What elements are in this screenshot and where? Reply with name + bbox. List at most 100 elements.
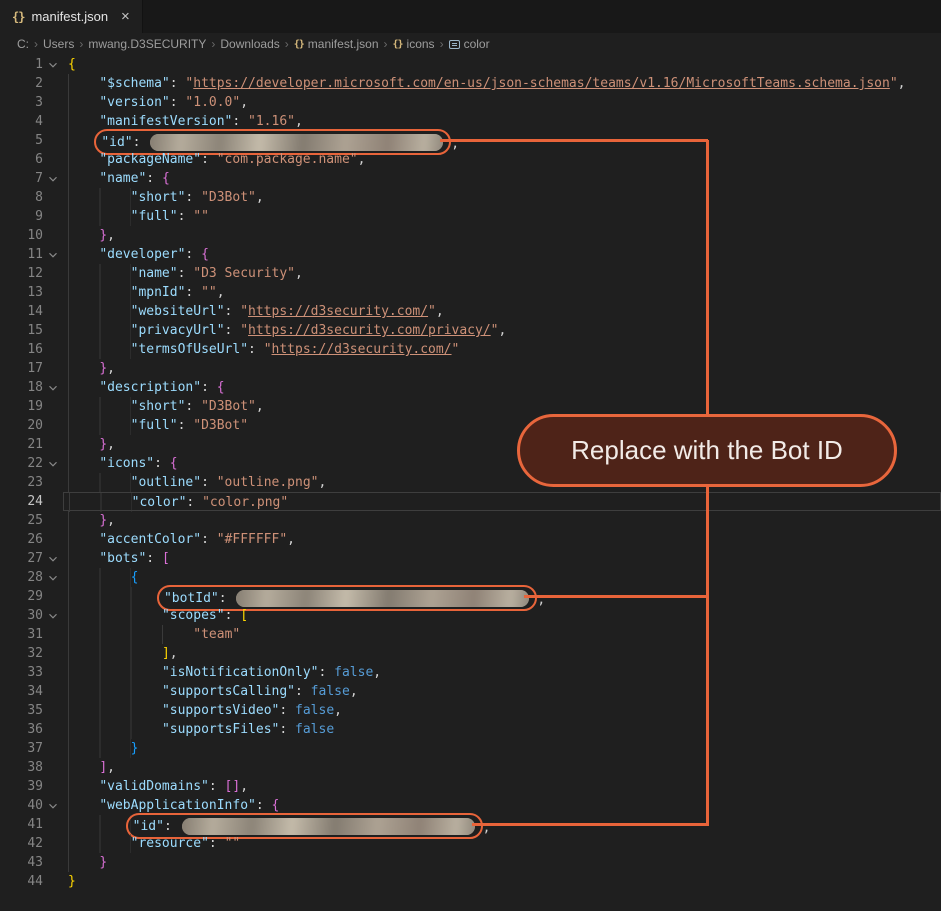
code-line-44[interactable]: 44}: [0, 872, 941, 891]
line-number: 44: [0, 872, 43, 891]
code-line-3[interactable]: 3"version": "1.0.0",: [0, 93, 941, 112]
fold-chevron-icon[interactable]: [43, 169, 63, 188]
code-token: "supportsVideo": [162, 703, 279, 718]
code-line-30[interactable]: 30"scopes": [: [0, 606, 941, 625]
code-line-36[interactable]: 36"supportsFiles": false: [0, 720, 941, 739]
code-token: ,: [170, 646, 178, 661]
indent-guides: [68, 511, 99, 530]
breadcrumb-item-mwang-d3security[interactable]: mwang.D3SECURITY: [88, 37, 206, 51]
code-line-38[interactable]: 38],: [0, 758, 941, 777]
gutter: 14: [0, 302, 63, 321]
fold-spacer: [43, 416, 63, 435]
code-line-31[interactable]: 31"team": [0, 625, 941, 644]
fold-spacer: [43, 226, 63, 245]
breadcrumb-item-downloads[interactable]: Downloads: [220, 37, 279, 51]
breadcrumb-label: color: [464, 37, 490, 51]
code-token: {: [217, 380, 225, 395]
indent-guides: [68, 796, 99, 815]
breadcrumb-item-users[interactable]: Users: [43, 37, 74, 51]
line-content: "accentColor": "#FFFFFF",: [63, 530, 941, 549]
breadcrumb-item-manifest-json[interactable]: {}manifest.json: [294, 37, 379, 51]
code-line-24[interactable]: 24"color": "color.png": [0, 492, 941, 511]
line-number: 16: [0, 340, 43, 359]
code-token: ,: [107, 760, 115, 775]
code-line-11[interactable]: 11"developer": {: [0, 245, 941, 264]
gutter: 43: [0, 853, 63, 872]
code-line-7[interactable]: 7"name": {: [0, 169, 941, 188]
code-line-15[interactable]: 15"privacyUrl": "https://d3security.com/…: [0, 321, 941, 340]
line-number: 36: [0, 720, 43, 739]
fold-chevron-icon[interactable]: [43, 245, 63, 264]
fold-chevron-icon[interactable]: [43, 796, 63, 815]
code-line-14[interactable]: 14"websiteUrl": "https://d3security.com/…: [0, 302, 941, 321]
tab-manifest-json[interactable]: {} manifest.json ×: [0, 0, 143, 33]
code-line-33[interactable]: 33"isNotificationOnly": false,: [0, 663, 941, 682]
code-line-10[interactable]: 10},: [0, 226, 941, 245]
code-token: :: [248, 342, 264, 357]
code-line-27[interactable]: 27"bots": [: [0, 549, 941, 568]
code-line-41[interactable]: 41"id": ,: [0, 815, 941, 834]
code-token: :: [201, 532, 217, 547]
code-line-32[interactable]: 32],: [0, 644, 941, 663]
code-line-26[interactable]: 26"accentColor": "#FFFFFF",: [0, 530, 941, 549]
fold-chevron-icon[interactable]: [43, 568, 63, 587]
code-line-1[interactable]: 1{: [0, 55, 941, 74]
line-number: 34: [0, 682, 43, 701]
fold-spacer: [43, 872, 63, 891]
code-line-6[interactable]: 6"packageName": "com.package.name",: [0, 150, 941, 169]
code-token: "id": [101, 133, 132, 152]
code-line-35[interactable]: 35"supportsVideo": false,: [0, 701, 941, 720]
close-tab-icon[interactable]: ×: [121, 8, 130, 25]
line-content: "supportsCalling": false,: [63, 682, 941, 701]
code-line-37[interactable]: 37}: [0, 739, 941, 758]
gutter: 37: [0, 739, 63, 758]
code-token: {: [162, 171, 170, 186]
gutter: 1: [0, 55, 63, 74]
code-line-29[interactable]: 29"botId": ,: [0, 587, 941, 606]
fold-spacer: [43, 131, 63, 150]
json-file-icon: {}: [12, 10, 24, 24]
line-content: ],: [63, 758, 941, 777]
indent-guides: [69, 493, 132, 512]
code-line-17[interactable]: 17},: [0, 359, 941, 378]
code-line-16[interactable]: 16"termsOfUseUrl": "https://d3security.c…: [0, 340, 941, 359]
indent-guides: [68, 530, 99, 549]
code-line-42[interactable]: 42"resource": "": [0, 834, 941, 853]
line-content: "description": {: [63, 378, 941, 397]
gutter: 13: [0, 283, 63, 302]
indent-guides: [68, 720, 162, 739]
code-line-8[interactable]: 8"short": "D3Bot",: [0, 188, 941, 207]
fold-chevron-icon[interactable]: [43, 378, 63, 397]
code-token: ,: [373, 665, 381, 680]
code-line-13[interactable]: 13"mpnId": "",: [0, 283, 941, 302]
breadcrumb-item-icons[interactable]: {}icons: [393, 37, 435, 51]
code-token: https://d3security.com/privacy/: [248, 323, 491, 338]
code-line-34[interactable]: 34 "supportsCalling": false,: [0, 682, 941, 701]
code-line-2[interactable]: 2"$schema": "https://developer.microsoft…: [0, 74, 941, 93]
code-line-9[interactable]: 9"full": "": [0, 207, 941, 226]
callout-text: Replace with the Bot ID: [571, 435, 843, 466]
indent-guides: [68, 264, 131, 283]
indent-guides: [68, 188, 131, 207]
gutter: 42: [0, 834, 63, 853]
fold-chevron-icon[interactable]: [43, 55, 63, 74]
indent-guides: [68, 283, 131, 302]
code-line-39[interactable]: 39"validDomains": [],: [0, 777, 941, 796]
redacted-value-pill: [182, 818, 475, 835]
code-token: }: [99, 228, 107, 243]
code-token: "#FFFFFF": [217, 532, 287, 547]
breadcrumb-item-color[interactable]: color: [449, 37, 490, 51]
code-line-25[interactable]: 25},: [0, 511, 941, 530]
code-token: }: [68, 874, 76, 889]
code-line-43[interactable]: 43}: [0, 853, 941, 872]
breadcrumb-item-c-[interactable]: C:: [17, 37, 29, 51]
fold-chevron-icon[interactable]: [43, 549, 63, 568]
fold-chevron-icon[interactable]: [43, 606, 63, 625]
code-token: :: [201, 152, 217, 167]
indent-guides: [68, 625, 193, 644]
code-token: "manifestVersion": [99, 114, 232, 129]
code-line-12[interactable]: 12"name": "D3 Security",: [0, 264, 941, 283]
code-line-18[interactable]: 18"description": {: [0, 378, 941, 397]
code-token: :: [178, 266, 194, 281]
fold-chevron-icon[interactable]: [43, 454, 63, 473]
